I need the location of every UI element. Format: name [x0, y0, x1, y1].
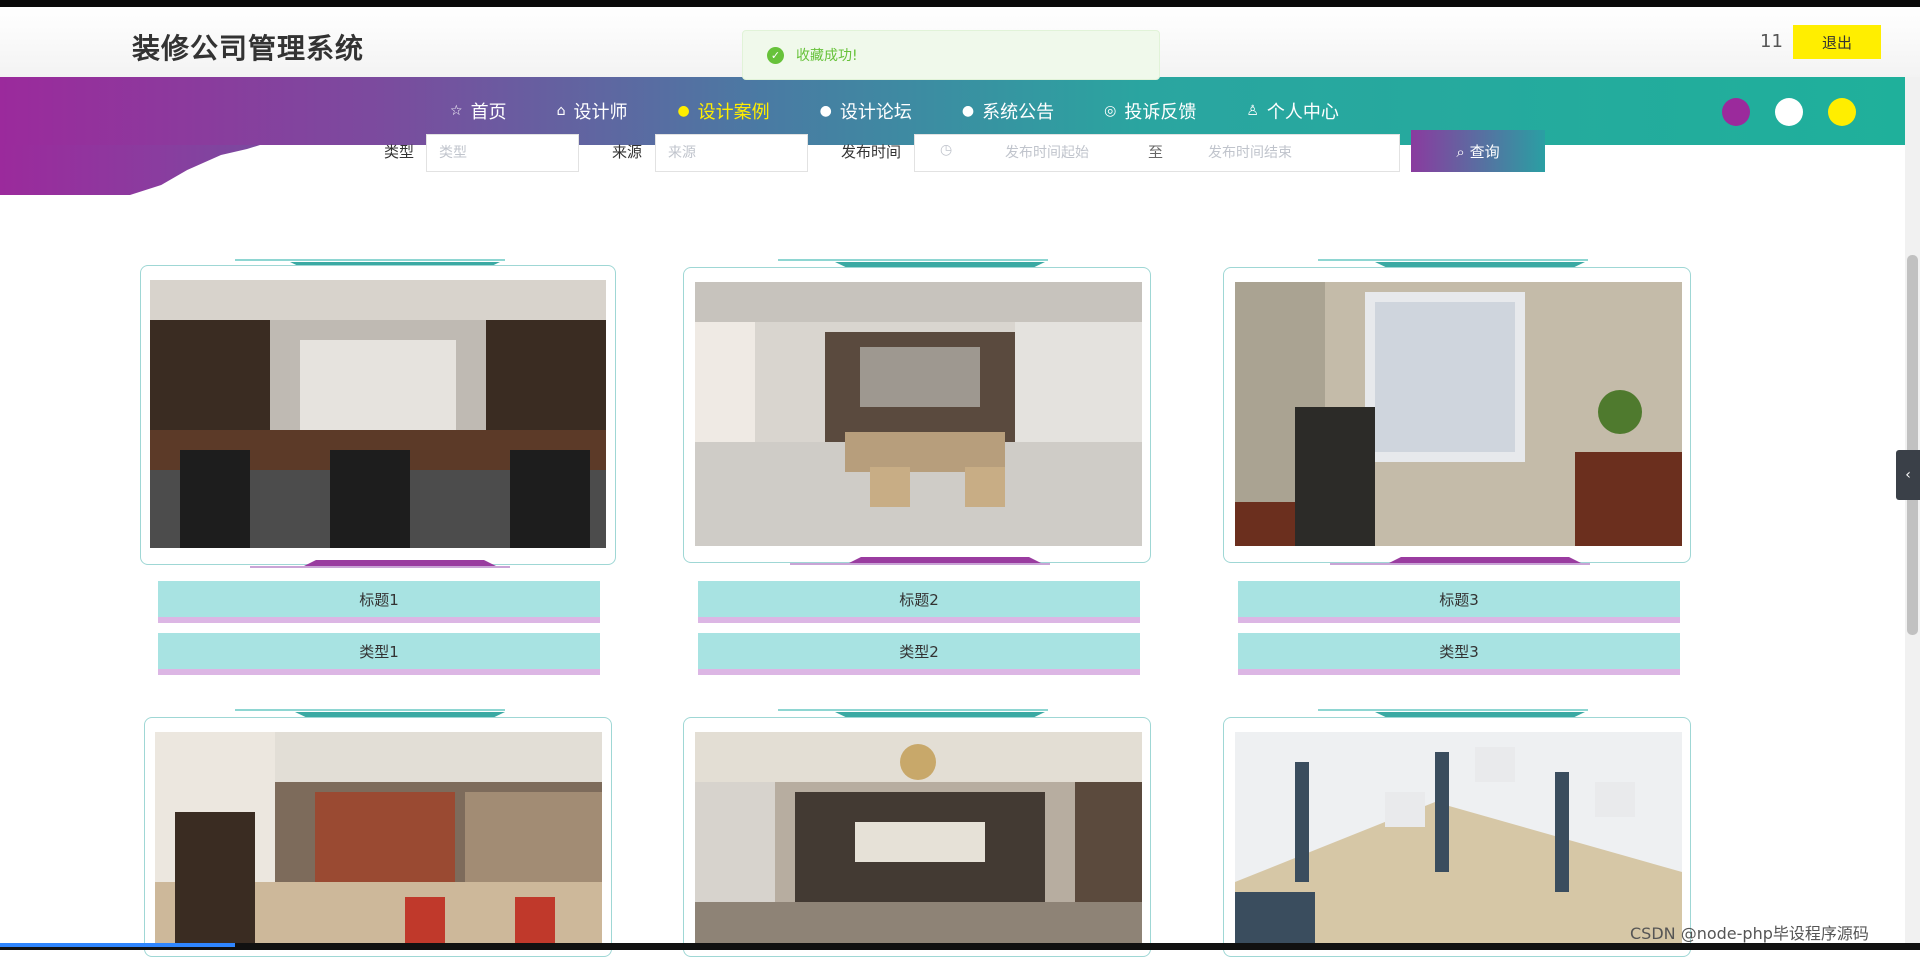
nav-item-home[interactable]: ☆ 首页 — [450, 98, 507, 124]
info-icon: ● — [961, 103, 975, 119]
clock-icon: ◷ — [940, 142, 953, 158]
nav-item-label: 设计师 — [573, 102, 628, 123]
success-toast: ✓ 收藏成功! — [742, 30, 1160, 80]
publish-time-end-input[interactable] — [1196, 135, 1396, 171]
frame-decoration — [250, 566, 510, 568]
case-image[interactable] — [1235, 732, 1682, 943]
check-circle-icon: ✓ — [767, 46, 784, 64]
search-bar: 类型 来源 发布时间 ◷ 至 ⌕ 查询 — [0, 130, 1600, 180]
user-icon: ♙ — [1246, 103, 1259, 119]
case-image[interactable] — [695, 282, 1142, 546]
site-title: 装修公司管理系统 — [132, 32, 365, 65]
theme-switcher — [1722, 98, 1881, 126]
type-input[interactable] — [426, 134, 579, 172]
theme-dot-yellow[interactable] — [1828, 98, 1856, 126]
scrollbar-thumb[interactable] — [1907, 255, 1918, 635]
theme-dot-purple[interactable] — [1722, 98, 1750, 126]
card-type: 类型1 — [158, 633, 600, 675]
nav-item-label: 设计案例 — [697, 102, 770, 123]
watermark: CSDN @node-php毕设程序源码 — [1630, 924, 1869, 943]
frame-decoration — [778, 709, 1048, 711]
nav-item-designers[interactable]: ⌂ 设计师 — [557, 98, 628, 124]
nav-item-label: 系统公告 — [982, 102, 1055, 123]
nav-item-label: 首页 — [470, 102, 507, 123]
nav-item-label: 设计论坛 — [839, 102, 912, 123]
side-collapse-tab[interactable]: ‹ — [1896, 450, 1920, 500]
info-icon: ● — [677, 103, 690, 119]
window-bottom-bar — [0, 943, 1920, 950]
nav-item-announcements[interactable]: ● 系统公告 — [962, 98, 1054, 124]
card-title: 标题1 — [158, 581, 600, 623]
theme-dot-white[interactable] — [1775, 98, 1803, 126]
nav-item-profile[interactable]: ♙ 个人中心 — [1246, 98, 1339, 124]
card-title: 标题3 — [1238, 581, 1680, 623]
card-type: 类型2 — [698, 633, 1140, 675]
loading-progress-bar — [0, 943, 235, 947]
search-button-label: 查询 — [1469, 142, 1500, 161]
publish-time-label: 发布时间 — [841, 143, 902, 161]
frame-decoration — [235, 709, 505, 711]
user-name[interactable]: 11 — [1760, 31, 1783, 52]
window-top-bar — [0, 0, 1920, 7]
search-button[interactable]: ⌕ 查询 — [1411, 130, 1545, 172]
frame-decoration — [790, 563, 1050, 565]
frame-decoration — [1318, 709, 1588, 711]
bag-icon: ⌂ — [556, 103, 566, 119]
case-image[interactable] — [695, 732, 1142, 943]
frame-decoration — [1330, 563, 1590, 565]
frame-decoration — [235, 259, 505, 261]
search-icon: ⌕ — [1456, 142, 1470, 161]
toast-message: 收藏成功! — [796, 48, 858, 64]
frame-decoration — [1318, 259, 1588, 261]
nav-item-design-cases[interactable]: ● 设计案例 — [677, 98, 769, 124]
card-title: 标题2 — [698, 581, 1140, 623]
nav-item-feedback[interactable]: ◎ 投诉反馈 — [1104, 98, 1196, 124]
case-image[interactable] — [1235, 282, 1682, 546]
source-label: 来源 — [612, 143, 643, 161]
logout-button[interactable]: 退出 — [1793, 25, 1881, 59]
nav-item-label: 个人中心 — [1266, 102, 1339, 123]
case-image[interactable] — [155, 732, 602, 943]
nav-item-label: 投诉反馈 — [1124, 102, 1197, 123]
type-label: 类型 — [384, 143, 415, 161]
source-input[interactable] — [655, 134, 808, 172]
card-type: 类型3 — [1238, 633, 1680, 675]
star-icon: ☆ — [450, 103, 463, 119]
case-image[interactable] — [150, 280, 606, 548]
help-icon: ● — [819, 103, 832, 119]
target-icon: ◎ — [1104, 103, 1117, 119]
nav-item-forum[interactable]: ● 设计论坛 — [820, 98, 912, 124]
range-separator: 至 — [1148, 143, 1164, 161]
frame-decoration — [778, 259, 1048, 261]
